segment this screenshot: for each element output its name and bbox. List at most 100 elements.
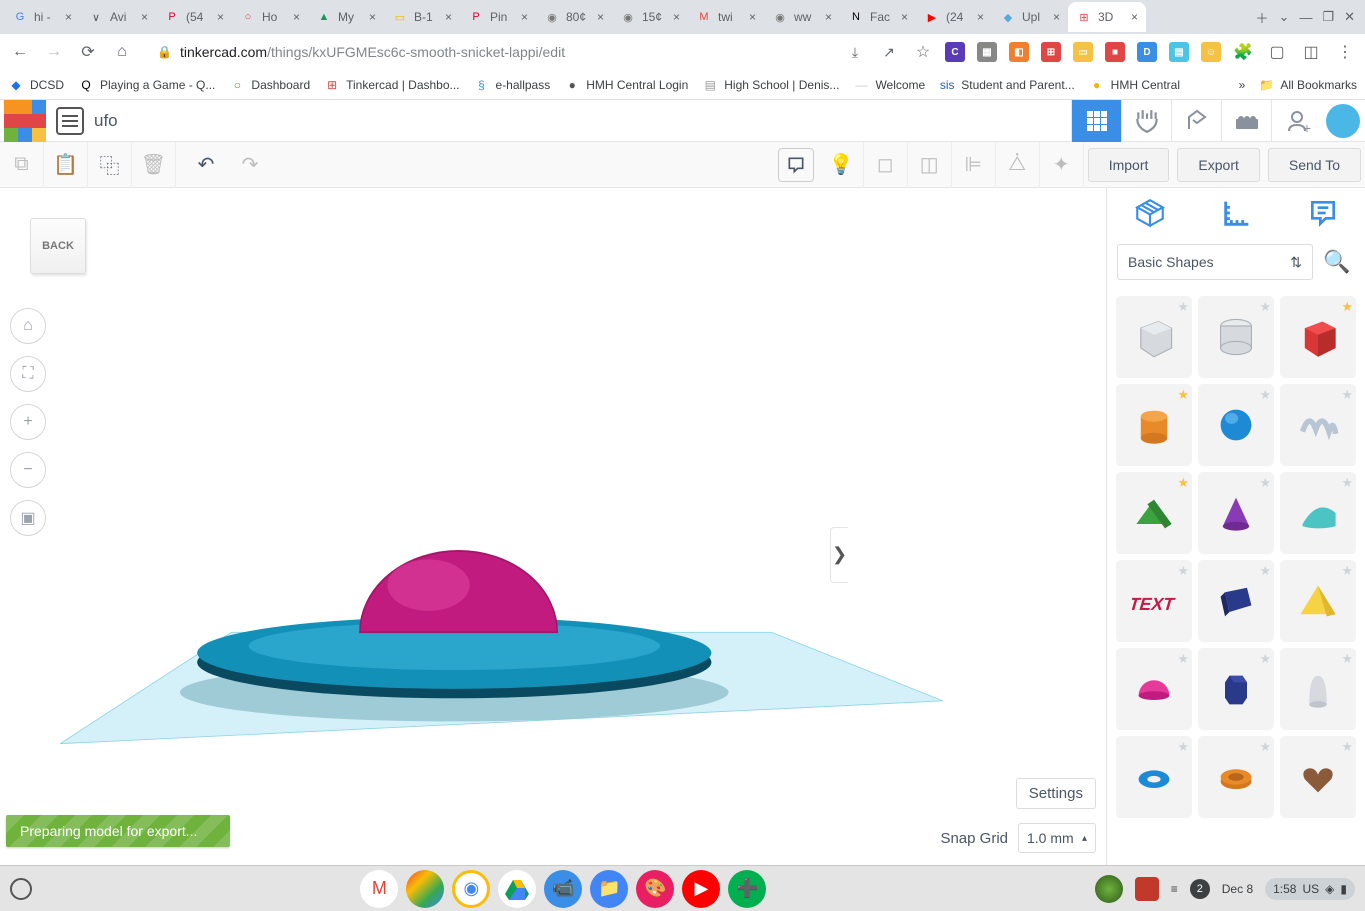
shape-torus[interactable]: ★ [1116, 736, 1192, 818]
bookmarks-overflow[interactable]: » [1239, 78, 1246, 92]
bookmark-item[interactable]: ○Dashboard [229, 77, 310, 93]
send-to-button[interactable]: Send To [1268, 148, 1361, 182]
browser-tab[interactable]: ◉15¢× [612, 2, 688, 32]
maximize-button[interactable]: ❐ [1322, 9, 1334, 25]
bookmark-item[interactable]: sisStudent and Parent... [939, 77, 1074, 93]
ext-icon[interactable]: ▭ [1073, 42, 1093, 62]
close-icon[interactable]: × [977, 10, 984, 24]
cast-icon[interactable]: ▢ [1265, 40, 1289, 64]
close-icon[interactable]: × [825, 10, 832, 24]
favorite-star-icon[interactable]: ★ [1259, 299, 1271, 315]
ext-icon[interactable]: ☺ [1201, 42, 1221, 62]
align-button[interactable]: ⊫ [952, 142, 996, 188]
forward-button[interactable]: → [42, 40, 66, 64]
shape-cylinder[interactable]: ★ [1116, 384, 1192, 466]
home-button[interactable]: ⌂ [110, 40, 134, 64]
design-list-icon[interactable] [56, 107, 84, 135]
shape-roof[interactable]: ★ [1116, 472, 1192, 554]
favorite-star-icon[interactable]: ★ [1259, 739, 1271, 755]
close-icon[interactable]: × [217, 10, 224, 24]
browser-tab[interactable]: ▭B-1× [384, 2, 460, 32]
favorite-star-icon[interactable]: ★ [1341, 299, 1353, 315]
minimize-button[interactable]: — [1299, 10, 1312, 25]
browser-tab[interactable]: ◉80¢× [536, 2, 612, 32]
close-icon[interactable]: × [1131, 10, 1138, 24]
extensions-menu-icon[interactable]: 🧩 [1231, 40, 1255, 64]
zoom-in-button[interactable]: + [10, 404, 46, 440]
home-view-button[interactable]: ⌂ [10, 308, 46, 344]
bookmark-item[interactable]: ⊞Tinkercad | Dashbo... [324, 77, 459, 93]
ext-icon[interactable]: ▤ [1169, 42, 1189, 62]
ext-icon[interactable]: D [1137, 42, 1157, 62]
shelf-files-icon[interactable]: 📁 [590, 870, 628, 908]
browser-tab[interactable]: ⊞3D× [1068, 2, 1146, 32]
close-icon[interactable]: × [673, 10, 680, 24]
shape-hexagon-prism[interactable]: ★ [1198, 648, 1274, 730]
all-bookmarks[interactable]: 📁All Bookmarks [1259, 78, 1357, 92]
shape-heart[interactable]: ★ [1280, 736, 1356, 818]
bookmark-item[interactable]: ●HMH Central [1089, 77, 1180, 93]
favorite-star-icon[interactable]: ★ [1177, 299, 1189, 315]
favorite-star-icon[interactable]: ★ [1341, 739, 1353, 755]
share-icon[interactable]: ↗ [877, 40, 901, 64]
browser-tab[interactable]: ▲My× [308, 2, 384, 32]
favorite-star-icon[interactable]: ★ [1341, 475, 1353, 491]
close-icon[interactable]: × [901, 10, 908, 24]
favorite-star-icon[interactable]: ★ [1259, 475, 1271, 491]
shape-cylinder-hole[interactable]: ★ [1198, 296, 1274, 378]
notification-badge[interactable]: 2 [1190, 879, 1210, 899]
close-icon[interactable]: × [521, 10, 528, 24]
user-avatar[interactable] [1321, 100, 1365, 142]
shape-paraboloid[interactable]: ★ [1280, 648, 1356, 730]
bookmark-item[interactable]: ▤High School | Denis... [702, 77, 839, 93]
favorite-star-icon[interactable]: ★ [1341, 387, 1353, 403]
canvas-area[interactable]: BACK ⌂ ⛶ + − ▣ ❯ Settings Snap Grid [0, 188, 1106, 865]
shelf-meet-icon[interactable]: 📹 [544, 870, 582, 908]
close-icon[interactable]: × [597, 10, 604, 24]
favorite-star-icon[interactable]: ★ [1259, 387, 1271, 403]
close-window-button[interactable]: ✕ [1344, 9, 1355, 25]
shape-tube[interactable]: ★ [1198, 736, 1274, 818]
shelf-gmail-icon[interactable]: M [360, 870, 398, 908]
menu-icon[interactable]: ⋮ [1333, 40, 1357, 64]
favorite-star-icon[interactable]: ★ [1177, 563, 1189, 579]
bricks-mode[interactable] [1221, 100, 1271, 142]
undo-button[interactable]: ↶ [184, 142, 228, 188]
favorite-star-icon[interactable]: ★ [1177, 387, 1189, 403]
shelf-app-icon[interactable]: ➕ [728, 870, 766, 908]
bookmark-item[interactable]: §e-hallpass [474, 77, 551, 93]
collaborate-button[interactable]: + [1271, 100, 1321, 142]
close-icon[interactable]: × [141, 10, 148, 24]
browser-tab[interactable]: ▶(24× [916, 2, 992, 32]
copy-button[interactable]: ⧉ [0, 142, 44, 188]
bookmark-item[interactable]: ◆DCSD [8, 77, 64, 93]
ruler-tool[interactable] [1220, 196, 1254, 237]
shape-wedge[interactable]: ★ [1280, 472, 1356, 554]
ext-icon[interactable]: C [945, 42, 965, 62]
bookmark-item[interactable]: QPlaying a Game - Q... [78, 77, 215, 93]
status-tray[interactable]: ≡ 2 Dec 8 1:58 US ◈ ▮ [1095, 875, 1355, 903]
close-icon[interactable]: × [749, 10, 756, 24]
shelf-chrome2-icon[interactable]: ◉ [452, 870, 490, 908]
new-tab-button[interactable]: ＋ [1256, 8, 1269, 27]
ext-icon[interactable]: ◧ [1009, 42, 1029, 62]
fit-view-button[interactable]: ⛶ [10, 356, 46, 392]
import-button[interactable]: Import [1088, 148, 1170, 182]
browser-tab[interactable]: PPin× [460, 2, 536, 32]
export-button[interactable]: Export [1177, 148, 1259, 182]
install-app-icon[interactable]: ⤓ [843, 40, 867, 64]
ext-icon[interactable]: ■ [1105, 42, 1125, 62]
settings-button[interactable]: Settings [1016, 778, 1096, 809]
launcher-button[interactable] [10, 878, 32, 900]
notes-tool[interactable] [1307, 197, 1339, 236]
paste-button[interactable]: 📋 [44, 142, 88, 188]
close-icon[interactable]: × [445, 10, 452, 24]
browser-tab[interactable]: Mtwi× [688, 2, 764, 32]
tab-search-button[interactable]: ⌄ [1279, 9, 1290, 25]
browser-tab[interactable]: ∨Avi× [80, 2, 156, 32]
mirror-button[interactable]: ⧊ [996, 142, 1040, 188]
ortho-toggle-button[interactable]: ▣ [10, 500, 46, 536]
browser-tab[interactable]: Ghi -× [4, 2, 80, 32]
shelf-palette-icon[interactable]: 🎨 [636, 870, 674, 908]
ungroup-button[interactable]: ◫ [908, 142, 952, 188]
